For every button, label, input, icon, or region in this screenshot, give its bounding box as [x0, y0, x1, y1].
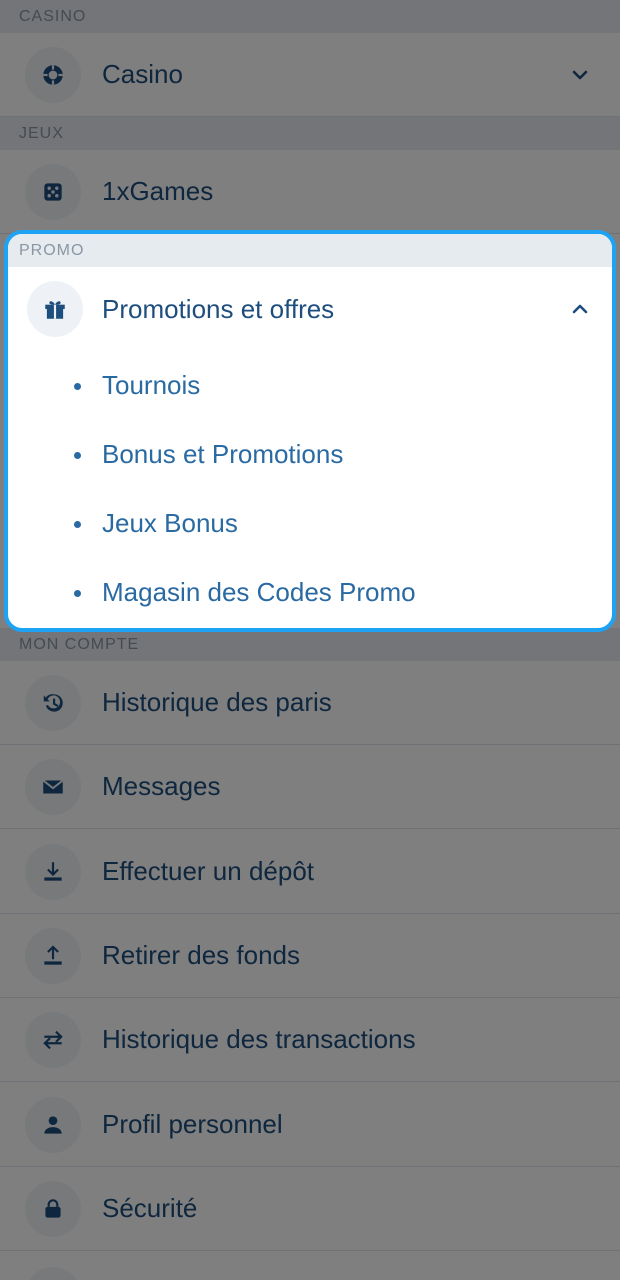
section-header-label: JEUX [19, 124, 64, 142]
menu-item-partial[interactable] [0, 1251, 620, 1280]
submenu-item-label: Magasin des Codes Promo [102, 577, 416, 607]
section-header-promo: PROMO [8, 234, 612, 267]
menu-item-retirer-fonds[interactable]: Retirer des fonds [0, 914, 620, 998]
upload-icon [25, 927, 81, 984]
section-header-label: PROMO [19, 241, 85, 259]
menu-item-label: Profil personnel [102, 1109, 283, 1139]
gift-icon [27, 281, 83, 337]
submenu-item-jeux-bonus[interactable]: Jeux Bonus [8, 489, 612, 558]
chevron-down-icon[interactable] [570, 65, 590, 85]
lock-icon [25, 1180, 81, 1237]
user-icon [25, 1096, 81, 1153]
menu-item-label: Sécurité [102, 1193, 198, 1223]
section-header-jeux: JEUX [0, 117, 620, 150]
bullet-icon [74, 589, 81, 597]
menu-item-promotions[interactable]: Promotions et offres [8, 267, 612, 351]
menu-page: CASINO Casino JEUX 1xGames MON COMPTE Hi… [0, 0, 620, 1280]
promo-highlight-card: PROMO Promotions et offres Tournois Bonu… [4, 230, 616, 632]
menu-item-historique-transactions[interactable]: Historique des transactions [0, 998, 620, 1082]
section-header-label: CASINO [19, 7, 87, 25]
bullet-icon [74, 520, 81, 528]
menu-item-messages[interactable]: Messages [0, 745, 620, 829]
menu-item-depot[interactable]: Effectuer un dépôt [0, 830, 620, 914]
section-header-mon-compte: MON COMPTE [0, 628, 620, 661]
submenu-item-label: Jeux Bonus [102, 508, 238, 538]
envelope-icon [25, 758, 81, 815]
chevron-up-icon[interactable] [570, 299, 590, 319]
submenu-item-label: Tournois [102, 370, 201, 400]
casino-chip-icon [25, 46, 81, 103]
submenu-item-tournois[interactable]: Tournois [8, 351, 612, 420]
submenu-item-bonus-promotions[interactable]: Bonus et Promotions [8, 420, 612, 489]
menu-item-label: Effectuer un dépôt [102, 856, 315, 886]
menu-item-label: Historique des paris [102, 687, 332, 717]
partial-icon [25, 1267, 81, 1280]
bullet-icon [74, 382, 81, 390]
menu-item-label: 1xGames [102, 176, 214, 206]
menu-item-label: Historique des transactions [102, 1024, 416, 1054]
section-header-casino: CASINO [0, 0, 620, 33]
submenu-item-label: Bonus et Promotions [102, 439, 344, 469]
dice-icon [25, 163, 81, 220]
transfer-arrows-icon [25, 1011, 81, 1068]
menu-item-profil[interactable]: Profil personnel [0, 1083, 620, 1167]
bullet-icon [74, 451, 81, 459]
menu-item-label: Promotions et offres [102, 293, 335, 324]
menu-item-label: Messages [102, 771, 221, 801]
menu-item-label: Retirer des fonds [102, 940, 300, 970]
submenu-item-codes-promo[interactable]: Magasin des Codes Promo [8, 558, 612, 627]
section-header-label: MON COMPTE [19, 635, 140, 653]
menu-item-label: Casino [102, 59, 183, 89]
download-icon [25, 843, 81, 900]
menu-item-casino[interactable]: Casino [0, 33, 620, 117]
history-icon [25, 674, 81, 731]
menu-item-securite[interactable]: Sécurité [0, 1167, 620, 1251]
menu-item-1xgames[interactable]: 1xGames [0, 150, 620, 234]
menu-item-historique-paris[interactable]: Historique des paris [0, 661, 620, 745]
